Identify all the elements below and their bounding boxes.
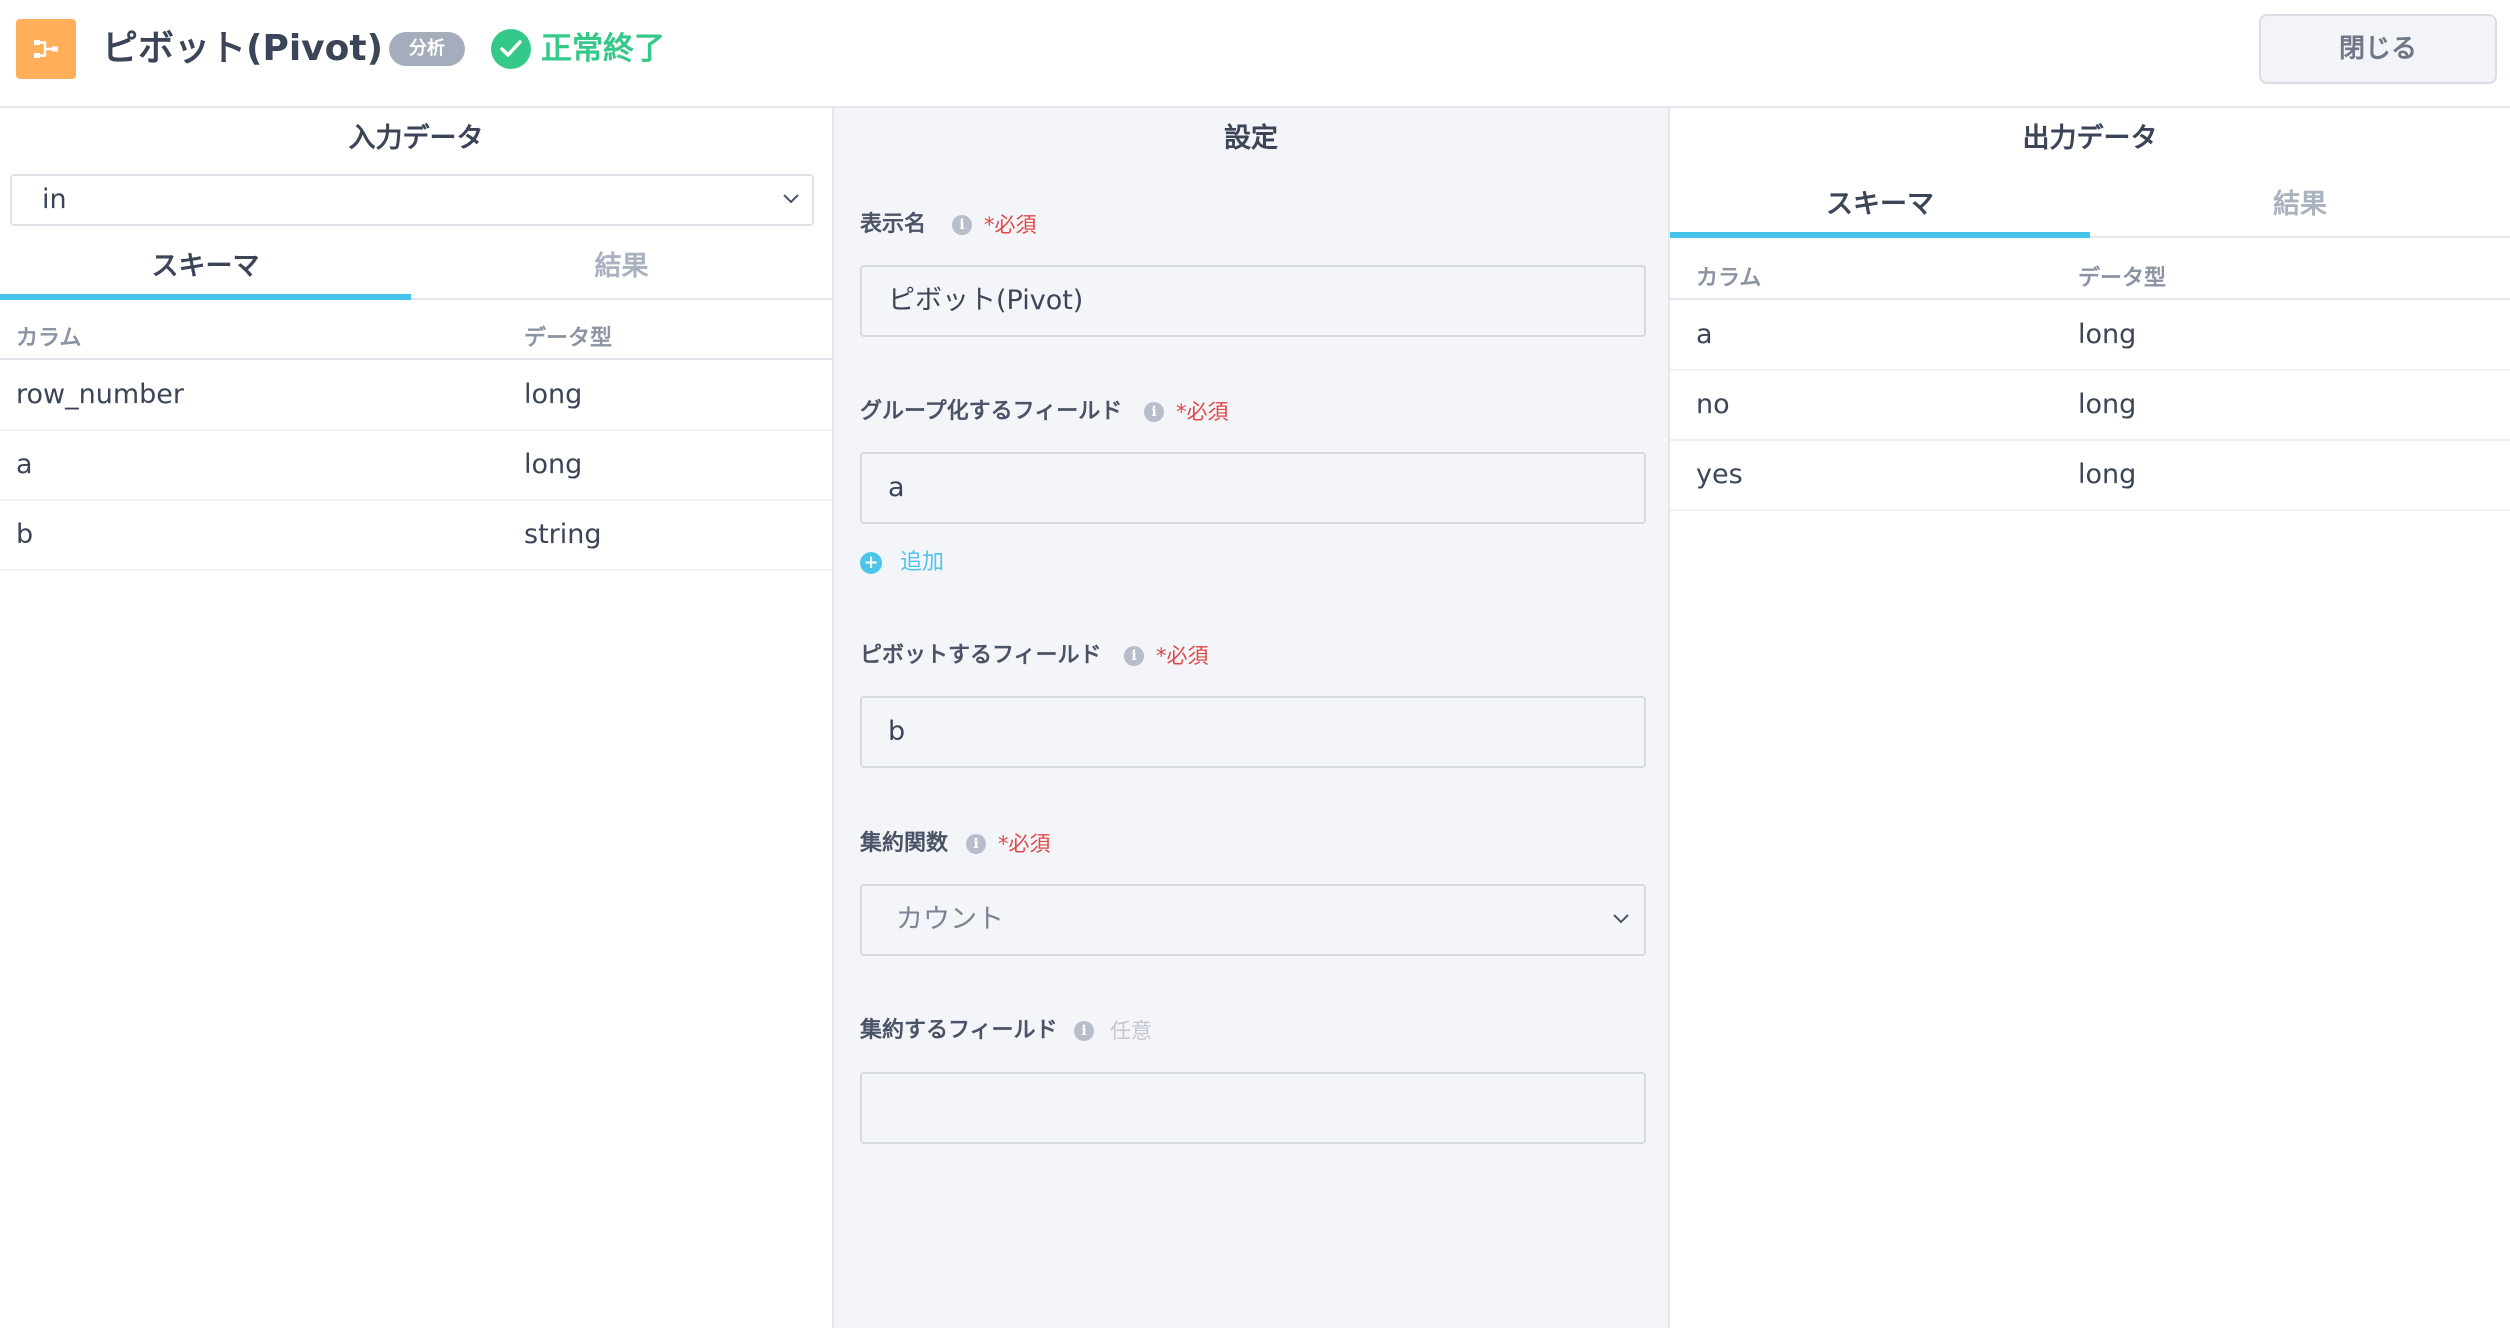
column-name: b — [16, 519, 34, 550]
input-source-value: in — [42, 184, 67, 215]
output-schema-header: カラム データ型 — [1670, 246, 2510, 300]
column-name: a — [16, 449, 33, 480]
aggregate-function-label: 集約関数 — [860, 831, 949, 856]
column-type: long — [2078, 389, 2137, 420]
column-type: long — [524, 379, 583, 410]
chevron-down-icon — [1613, 914, 1629, 924]
tab-input-schema[interactable]: スキーマ — [0, 238, 411, 300]
pivot-editor-window: ピボット(Pivot) 分析 正常終了 閉じる 入力データ in スキーマ 結果… — [0, 0, 2510, 1328]
group-fields-label: グループ化するフィールド — [860, 399, 1123, 424]
tab-input-result[interactable]: 結果 — [411, 238, 832, 300]
check-circle-icon — [491, 29, 531, 69]
aggregate-function-value: カウント — [896, 904, 1004, 935]
tab-output-schema[interactable]: スキーマ — [1670, 176, 2090, 238]
required-marker: *必須 — [1176, 400, 1229, 424]
input-tabs: スキーマ 結果 — [0, 238, 832, 300]
aggregate-field-label: 集約するフィールド — [860, 1018, 1058, 1043]
column-name: yes — [1696, 459, 1743, 490]
header-bar: ピボット(Pivot) 分析 正常終了 閉じる — [0, 0, 2510, 108]
output-tabs: スキーマ 結果 — [1670, 176, 2510, 238]
table-row: yes long — [1670, 441, 2510, 511]
input-data-panel: 入力データ in スキーマ 結果 カラム データ型 row_number lon… — [0, 108, 832, 1328]
output-panel-title: 出力データ — [2022, 123, 2158, 154]
info-icon[interactable]: i — [1144, 402, 1164, 422]
info-icon[interactable]: i — [1124, 646, 1144, 666]
group-field-input[interactable]: a — [860, 452, 1646, 524]
aggregate-field-input[interactable] — [860, 1072, 1646, 1144]
info-icon[interactable]: i — [952, 215, 972, 235]
table-row: row_number long — [0, 361, 832, 431]
aggregate-function-select[interactable]: カウント — [860, 884, 1646, 956]
column-header: カラム — [1696, 266, 1762, 291]
tab-output-result[interactable]: 結果 — [2090, 176, 2510, 238]
settings-panel-title: 設定 — [1224, 123, 1278, 154]
output-data-panel: 出力データ スキーマ 結果 カラム データ型 a long no long ye… — [1670, 108, 2510, 1328]
column-name: a — [1696, 319, 1713, 350]
input-panel-title: 入力データ — [348, 123, 484, 154]
input-source-select[interactable]: in — [10, 174, 814, 226]
category-badge: 分析 — [389, 32, 465, 66]
column-type: string — [524, 519, 602, 550]
info-icon[interactable]: i — [1074, 1021, 1094, 1041]
column-name: no — [1696, 389, 1730, 420]
column-name: row_number — [16, 379, 184, 410]
optional-marker: 任意 — [1110, 1019, 1152, 1043]
type-header: データ型 — [524, 326, 613, 351]
column-header: カラム — [16, 326, 82, 351]
settings-panel: 設定 表示名 i *必須 ピボット(Pivot) グループ化するフィールド i … — [832, 108, 1670, 1328]
page-title: ピボット(Pivot) — [102, 28, 384, 69]
table-row: no long — [1670, 371, 2510, 441]
column-type: long — [524, 449, 583, 480]
status-text: 正常終了 — [541, 31, 665, 67]
pivot-node-icon — [16, 19, 76, 79]
table-row: a long — [1670, 301, 2510, 371]
plus-circle-icon: + — [860, 552, 882, 574]
close-button[interactable]: 閉じる — [2259, 14, 2497, 84]
display-name-field[interactable]: ピボット(Pivot) — [860, 265, 1646, 337]
required-marker: *必須 — [998, 832, 1051, 856]
info-icon[interactable]: i — [966, 834, 986, 854]
input-schema-header: カラム データ型 — [0, 306, 832, 360]
column-type: long — [2078, 459, 2137, 490]
required-marker: *必須 — [984, 213, 1037, 237]
column-type: long — [2078, 319, 2137, 350]
pivot-field-label: ピボットするフィールド — [860, 643, 1102, 668]
display-name-label: 表示名 — [860, 212, 927, 237]
type-header: データ型 — [2078, 266, 2167, 291]
chevron-down-icon — [783, 194, 799, 204]
add-label: 追加 — [900, 550, 945, 575]
table-row: b string — [0, 501, 832, 571]
table-row: a long — [0, 431, 832, 501]
pivot-field-input[interactable]: b — [860, 696, 1646, 768]
required-marker: *必須 — [1156, 644, 1209, 668]
